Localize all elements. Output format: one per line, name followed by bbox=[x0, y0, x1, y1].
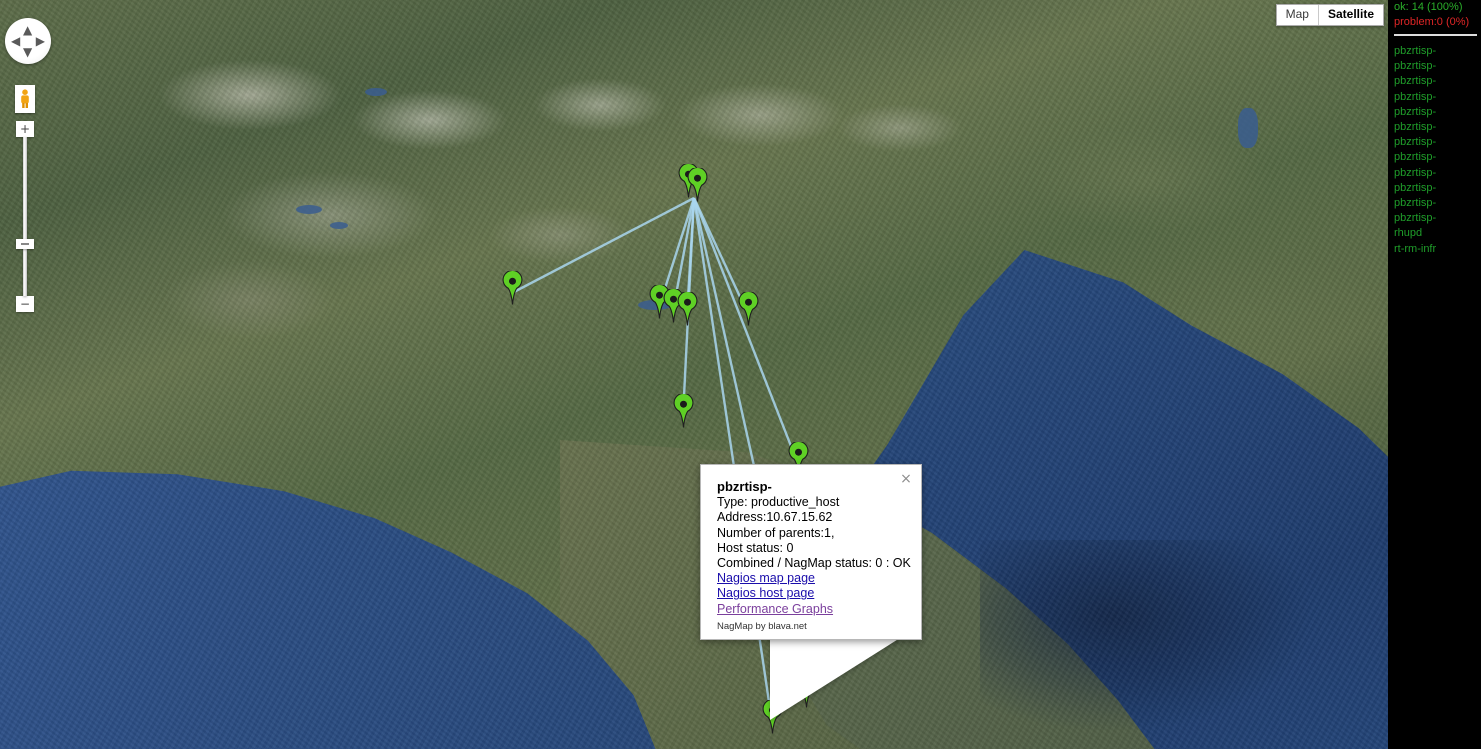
pan-left-icon[interactable]: ◀ bbox=[11, 35, 20, 47]
status-problem-count: problem:0 (0%) bbox=[1394, 16, 1470, 28]
zoom-slider-thumb[interactable] bbox=[16, 239, 34, 249]
pan-control[interactable]: ▲ ▼ ◀ ▶ bbox=[5, 18, 51, 64]
google-satellite-map[interactable]: Map Satellite ▲ ▼ ◀ ▶ + − × pbzrtisp- Ty… bbox=[0, 0, 1388, 749]
map-type-control[interactable]: Map Satellite bbox=[1275, 4, 1384, 26]
info-host-address: Address:10.67.15.62 bbox=[717, 510, 833, 525]
host-list-item[interactable]: pbzrtisp- bbox=[1388, 105, 1481, 120]
terrain-texture-overlay bbox=[0, 0, 1388, 749]
host-marker[interactable] bbox=[673, 392, 694, 428]
info-window-title: pbzrtisp- bbox=[717, 479, 772, 494]
map-type-satellite-button[interactable]: Satellite bbox=[1317, 5, 1383, 25]
host-list-item[interactable]: pbzrtisp- bbox=[1388, 166, 1481, 181]
host-list-item[interactable]: pbzrtisp- bbox=[1388, 90, 1481, 105]
host-marker[interactable] bbox=[677, 290, 698, 326]
map-pin-icon bbox=[502, 269, 523, 305]
host-list-item[interactable]: pbzrtisp- bbox=[1388, 120, 1481, 135]
host-marker[interactable] bbox=[738, 290, 759, 326]
host-list-item[interactable]: pbzrtisp- bbox=[1388, 44, 1481, 59]
zoom-in-button[interactable]: + bbox=[16, 121, 34, 137]
performance-graphs-link[interactable]: Performance Graphs bbox=[717, 602, 905, 617]
zoom-out-button[interactable]: − bbox=[16, 296, 34, 312]
pan-up-icon[interactable]: ▲ bbox=[23, 24, 32, 36]
host-list-item[interactable]: pbzrtisp- bbox=[1388, 211, 1481, 226]
pan-down-icon[interactable]: ▼ bbox=[23, 46, 32, 58]
lake-feature bbox=[296, 205, 322, 214]
info-host-status: Host status: 0 bbox=[717, 540, 794, 555]
host-list-item[interactable]: pbzrtisp- bbox=[1388, 196, 1481, 211]
host-list[interactable]: pbzrtisp-pbzrtisp-pbzrtisp-pbzrtisp-pbzr… bbox=[1388, 44, 1481, 257]
nagmap-credit: NagMap by blava.net bbox=[717, 620, 807, 632]
host-list-item[interactable]: pbzrtisp- bbox=[1388, 74, 1481, 89]
map-pin-icon bbox=[687, 166, 708, 202]
map-type-map-button[interactable]: Map bbox=[1277, 5, 1318, 25]
sidebar-divider bbox=[1394, 34, 1477, 36]
lake-feature bbox=[1238, 108, 1258, 148]
info-host-type: Type: productive_host bbox=[717, 495, 840, 510]
map-pin-icon bbox=[738, 290, 759, 326]
pegman-streetview-control[interactable] bbox=[15, 85, 35, 113]
info-window-body: pbzrtisp- Type: productive_host Address:… bbox=[701, 465, 921, 640]
pegman-icon bbox=[21, 89, 29, 108]
pan-right-icon[interactable]: ▶ bbox=[36, 35, 45, 47]
host-list-item[interactable]: rhupd bbox=[1388, 226, 1481, 241]
zoom-control[interactable]: + − bbox=[16, 121, 34, 312]
host-list-item[interactable]: pbzrtisp- bbox=[1388, 150, 1481, 165]
nagios-map-page-link[interactable]: Nagios map page bbox=[717, 571, 905, 586]
close-icon[interactable]: × bbox=[899, 472, 913, 487]
zoom-slider-rail[interactable] bbox=[23, 137, 27, 296]
nagios-host-page-link[interactable]: Nagios host page bbox=[717, 586, 905, 601]
host-marker[interactable] bbox=[502, 269, 523, 305]
info-window-pointer bbox=[770, 638, 900, 720]
info-parent-count: Number of parents:1, bbox=[717, 525, 835, 540]
map-pin-icon bbox=[673, 392, 694, 428]
host-list-item[interactable]: pbzrtisp- bbox=[1388, 135, 1481, 150]
lake-feature bbox=[330, 222, 348, 229]
info-combined-status: Combined / NagMap status: 0 : OK bbox=[717, 556, 911, 571]
host-info-window[interactable]: × pbzrtisp- Type: productive_host Addres… bbox=[700, 464, 922, 640]
host-status-sidebar[interactable]: ok: 14 (100%) problem:0 (0%) pbzrtisp-pb… bbox=[1388, 0, 1481, 749]
map-pin-icon bbox=[677, 290, 698, 326]
lake-feature bbox=[365, 88, 387, 96]
host-list-item[interactable]: rt-rm-infr bbox=[1388, 242, 1481, 257]
host-list-item[interactable]: pbzrtisp- bbox=[1388, 59, 1481, 74]
host-list-item[interactable]: pbzrtisp- bbox=[1388, 181, 1481, 196]
status-ok-count: ok: 14 (100%) bbox=[1394, 1, 1463, 13]
host-marker[interactable] bbox=[687, 166, 708, 202]
nagmap-application: Map Satellite ▲ ▼ ◀ ▶ + − × pbzrtisp- Ty… bbox=[0, 0, 1481, 749]
